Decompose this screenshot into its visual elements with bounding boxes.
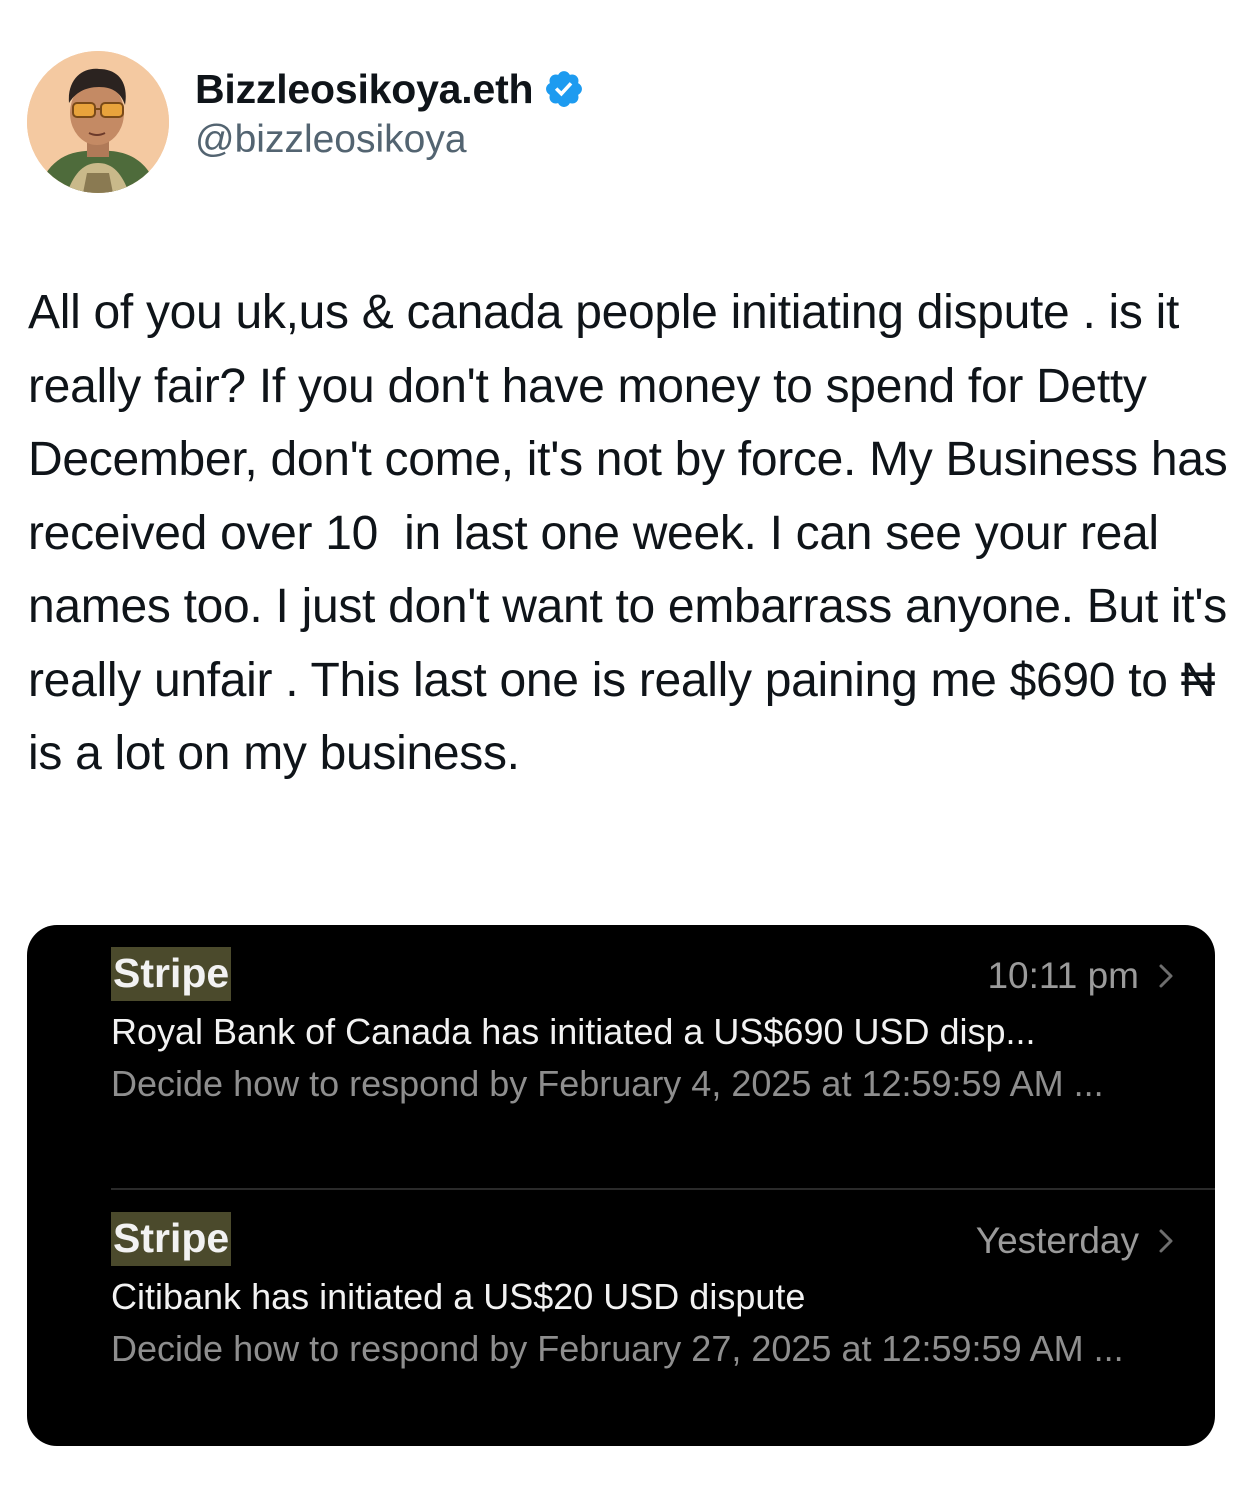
- notification-divider: [111, 1188, 1215, 1190]
- notification-preview: Decide how to respond by February 4, 202…: [111, 1063, 1104, 1104]
- avatar-illustration-icon: [27, 51, 169, 193]
- notification-sender: Stripe: [111, 1212, 232, 1266]
- chevron-right-icon: [1159, 1229, 1173, 1253]
- notification-preview: Decide how to respond by February 27, 20…: [111, 1328, 1124, 1369]
- verified-badge-icon: [546, 71, 583, 107]
- notification-time: Yesterday: [975, 1220, 1139, 1261]
- notification-time-row: Yesterday: [976, 1220, 1175, 1262]
- author-identity: Bizzleosikoya.eth @bizzleosikoya: [195, 64, 585, 162]
- name-row: Bizzleosikoya.eth: [195, 64, 585, 114]
- handle[interactable]: @bizzleosikoya: [195, 118, 585, 162]
- display-name[interactable]: Bizzleosikoya.eth: [195, 66, 534, 113]
- notification-subject: Royal Bank of Canada has initiated a US$…: [111, 1011, 1036, 1052]
- notification-time-row: 10:11 pm: [987, 955, 1175, 997]
- tweet-header: Bizzleosikoya.eth @bizzleosikoya: [27, 50, 585, 194]
- tweet-media-image[interactable]: Stripe 10:11 pm Royal Bank of Canada has…: [27, 925, 1215, 1446]
- chevron-right-icon: [1159, 964, 1173, 988]
- notification-time: 10:11 pm: [987, 955, 1139, 996]
- notification-subject: Citibank has initiated a US$20 USD dispu…: [111, 1276, 806, 1317]
- tweet-text: All of you uk,us & canada people initiat…: [28, 286, 1241, 780]
- avatar[interactable]: [27, 51, 169, 193]
- notification-item: Stripe Yesterday Citibank has initiated …: [111, 1212, 1215, 1375]
- notification-sender: Stripe: [111, 947, 232, 1001]
- notification-item: Stripe 10:11 pm Royal Bank of Canada has…: [111, 947, 1215, 1110]
